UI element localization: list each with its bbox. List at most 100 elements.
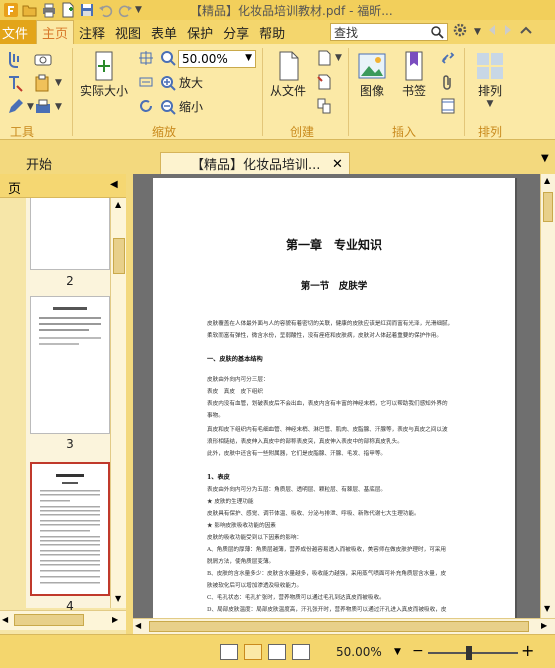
search-icon[interactable] [430,25,444,42]
rotate-icon[interactable] [138,98,154,114]
hand-tool-icon[interactable] [6,50,24,68]
close-icon[interactable]: ✕ [332,157,343,172]
scroll-left-icon[interactable]: ◀ [135,621,141,630]
scrollbar-thumb[interactable] [14,614,84,626]
scrollbar-thumb[interactable] [149,621,529,632]
zoom-slider[interactable] [428,652,518,654]
continuous-facing-icon[interactable] [292,644,310,660]
header-footer-icon[interactable] [440,98,456,114]
zoom-in-icon[interactable]: + [521,641,534,660]
chevron-down-icon[interactable]: ▼ [394,647,401,657]
tab-help[interactable]: 帮助 [254,20,290,44]
single-page-icon[interactable] [220,644,238,660]
open-icon[interactable] [21,2,38,18]
tab-home[interactable]: 主页 [36,20,75,44]
clipboard-icon[interactable]: ▼ [34,74,62,92]
next-arrow-icon[interactable] [503,23,513,40]
settings-dropdown-icon[interactable]: ▼ [474,27,481,37]
zoom-slider-thumb[interactable] [465,646,472,660]
zoom-tool-icon[interactable] [160,50,176,66]
chevron-down-icon: ▼ [245,53,252,63]
thumbnail-hscrollbar[interactable]: ◀ ▶ [0,610,126,630]
tab-list-dropdown-icon[interactable]: ▼ [541,153,549,164]
zoom-select[interactable]: 50.00% ▼ [178,50,256,68]
image-icon [358,53,386,79]
thumbnail-scrollbar[interactable]: ▲ ▼ [110,198,126,608]
undo-icon[interactable] [97,2,114,18]
document-hscrollbar[interactable]: ◀ ▶ [133,618,555,634]
scroll-down-icon[interactable]: ▼ [115,594,121,603]
page-text-line: 表皮 真皮 皮下组织 [207,389,263,395]
save-icon[interactable] [78,2,95,18]
from-file-button[interactable]: 从文件 [270,50,306,99]
fit-page-icon[interactable] [138,50,154,66]
typewriter-icon[interactable]: ▼ [34,98,62,116]
page-text-line: 柔软而富有弹性，微含水份，呈弱酸性，没有痤疮和皮肤病，皮肤对人体起着重要的保护作… [207,333,442,339]
redo-icon[interactable] [116,2,133,18]
page-text-line: 一、皮肤的基本结构 [207,356,263,363]
zoom-in-label: 放大 [179,76,204,90]
tab-view[interactable]: 视图 [110,20,146,44]
page-text-line: ★ 影响皮肤吸收功能的因素 [207,523,276,529]
page-thumbnail-4[interactable] [30,462,110,596]
tab-start[interactable]: 开始 [26,152,52,174]
page-text-line: 事物。 [207,413,224,419]
arrange-icon [477,53,503,79]
attachment-icon[interactable] [440,74,456,90]
group-create-label: 创建 [290,125,315,139]
zoom-out-icon [161,99,176,115]
scroll-down-icon[interactable]: ▼ [544,604,550,613]
bookmark-button[interactable]: 书签 [398,50,430,99]
document-view[interactable]: 第一章 专业知识 第一节 皮肤学 皮肤覆盖在人体最外面与人的容貌有着密切的关联，… [133,174,540,618]
link-icon[interactable] [440,50,456,66]
pdf-page: 第一章 专业知识 第一节 皮肤学 皮肤覆盖在人体最外面与人的容貌有着密切的关联，… [153,178,515,618]
chapter-title: 第一章 专业知识 [285,238,382,252]
scroll-up-icon[interactable]: ▲ [115,200,121,209]
from-file-label: 从文件 [270,84,307,98]
collapse-ribbon-icon[interactable] [519,23,533,40]
page-text-line: B、皮肤的含水量多少：皮肤含水量越多，吸收能力越强，采用蒸气喷面可补充角质层含水… [207,571,447,577]
arrange-button[interactable]: 排列 ▼ [474,50,506,109]
page-thumbnail-2[interactable] [30,198,110,270]
continuous-page-icon[interactable] [244,644,262,660]
select-text-icon[interactable] [6,74,24,92]
new-icon[interactable] [59,2,76,18]
snapshot-icon[interactable] [34,52,52,66]
new-pdf-icon[interactable] [316,74,332,90]
tab-share[interactable]: 分享 [218,20,254,44]
scrollbar-thumb[interactable] [543,192,553,222]
logo-icon [2,2,19,18]
tab-document[interactable]: 【精品】化妆品培训... [160,152,350,174]
page-thumbnail-3[interactable] [30,296,110,434]
actual-size-button[interactable]: 实际大小 [80,50,128,99]
quick-access-toolbar: ▼ [0,2,142,18]
scrollbar-thumb[interactable] [113,238,125,274]
status-zoom-value[interactable]: 50.00% [336,645,382,659]
scroll-right-icon[interactable]: ▶ [541,621,547,630]
scroll-right-icon[interactable]: ▶ [112,615,118,624]
prev-arrow-icon[interactable] [487,23,497,40]
file-menu[interactable]: 文件 [0,20,36,44]
scroll-left-icon[interactable]: ◀ [2,615,8,624]
edit-icon[interactable]: ▼ [6,98,34,116]
fit-width-icon[interactable] [138,74,154,90]
tab-comment[interactable]: 注释 [74,20,110,44]
tab-form[interactable]: 表单 [146,20,182,44]
facing-page-icon[interactable] [268,644,286,660]
zoom-out-button[interactable]: 缩小 [160,98,203,115]
combine-icon[interactable] [316,98,332,114]
tab-protect[interactable]: 保护 [182,20,218,44]
search-input[interactable]: 查找 [330,23,448,41]
scroll-up-icon[interactable]: ▲ [544,176,550,185]
page-text-line: 表皮内没有血管，划破表皮后不会出血，表皮内含有丰富的神经末梢，它可以帮助我们感知… [207,401,448,407]
zoom-out-icon[interactable]: − [412,643,424,659]
blank-page-icon[interactable]: ▼ [316,50,342,66]
print-icon[interactable] [40,2,57,18]
image-button[interactable]: 图像 [356,50,388,99]
collapse-panel-icon[interactable]: ◀ [110,179,118,190]
document-scrollbar[interactable]: ▲ ▼ [540,174,555,618]
arrange-label: 排列 [477,84,502,98]
customize-toolbar-icon[interactable]: ▼ [135,5,142,15]
settings-icon[interactable] [452,22,468,41]
zoom-in-button[interactable]: 放大 [160,74,203,91]
